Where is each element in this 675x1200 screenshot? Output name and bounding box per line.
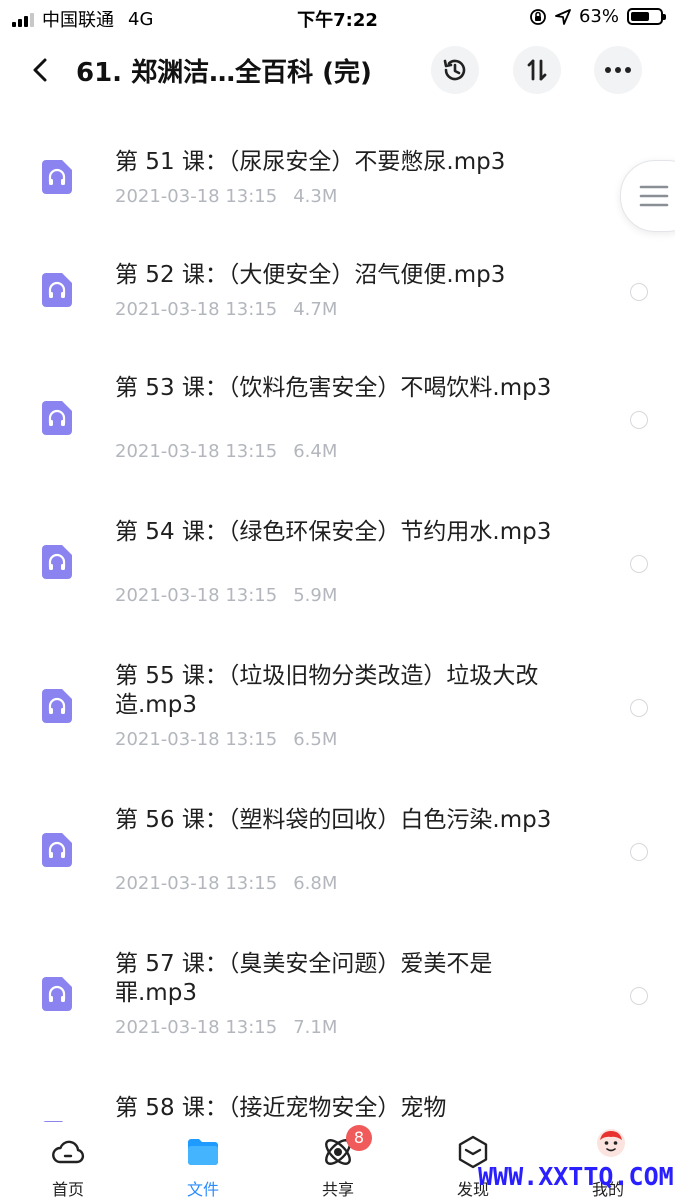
file-date: 2021-03-18 13:15: [115, 585, 278, 606]
file-date: 2021-03-18 13:15: [115, 873, 278, 894]
file-size: 4.7M: [293, 299, 338, 320]
file-row[interactable]: 第 58 课：（接近宠物安全）宠物: [0, 1046, 675, 1122]
audio-file-icon: [42, 273, 72, 307]
sort-icon: [527, 59, 547, 81]
more-icon: [605, 67, 631, 73]
folder-icon: [188, 1139, 218, 1165]
file-name: 第 54 课：（绿色环保安全）节约用水.mp3: [115, 519, 552, 545]
tab-label: 首页: [51, 1180, 84, 1199]
file-row[interactable]: 第 56 课：（塑料袋的回收）白色污染.mp3 2021-03-18 13:15 6…: [0, 758, 675, 902]
sort-button[interactable]: [513, 46, 561, 94]
history-icon: [443, 59, 466, 81]
select-radio[interactable]: [630, 699, 648, 717]
file-date: 2021-03-18 13:15: [115, 441, 278, 462]
file-name: 第 58 课：（接近宠物安全）宠物: [115, 1095, 447, 1121]
tab-label: 文件: [186, 1180, 219, 1199]
file-meta: 2021-03-18 13:15 6.4M: [115, 441, 337, 462]
select-radio[interactable]: [630, 555, 648, 573]
tab-share[interactable]: 8 共享: [273, 1125, 403, 1200]
battery-icon: [627, 8, 666, 25]
file-name: 第 53 课：（饮料危害安全）不喝饮料.mp3: [115, 375, 552, 401]
watermark: WWW.XXTTQ.COM: [478, 1162, 674, 1191]
file-meta: 2021-03-18 13:15 4.3M: [115, 186, 337, 207]
file-name: 第 55 课：（垃圾旧物分类改造）垃圾大改造.mp3: [115, 663, 539, 718]
select-radio[interactable]: [630, 843, 648, 861]
menu-lines-icon: [639, 185, 669, 207]
tab-files[interactable]: 文件: [138, 1130, 268, 1200]
profile-avatar-icon: [597, 1129, 625, 1157]
file-size: 6.8M: [293, 873, 338, 894]
file-date: 2021-03-18 13:15: [115, 299, 278, 320]
audio-file-icon: [42, 833, 72, 867]
file-list: 第 51 课：（尿尿安全）不要憋尿.mp3 2021-03-18 13:15 4.3…: [0, 100, 675, 1122]
file-row[interactable]: 第 55 课：（垃圾旧物分类改造）垃圾大改造.mp3 2021-03-18 13:…: [0, 614, 675, 758]
nav-header: 61. 郑渊洁…全百科 (完): [0, 40, 675, 100]
status-bar: 中国联通 4G 下午7:22 63%: [0, 0, 675, 36]
file-meta: 2021-03-18 13:15 6.8M: [115, 873, 337, 894]
location-arrow-icon: [555, 8, 571, 25]
file-name: 第 56 课：（塑料袋的回收）白色污染.mp3: [115, 807, 552, 833]
file-name: 第 51 课：（尿尿安全）不要憋尿.mp3: [115, 149, 506, 175]
history-button[interactable]: [431, 46, 479, 94]
file-size: 6.5M: [293, 729, 338, 750]
back-icon: [33, 58, 47, 82]
file-meta: 2021-03-18 13:15 6.5M: [115, 729, 337, 750]
audio-file-icon: [42, 401, 72, 435]
cloud-icon: [52, 1140, 85, 1164]
back-button[interactable]: [20, 50, 60, 90]
tab-label: 共享: [321, 1180, 354, 1199]
file-meta: 2021-03-18 13:15 5.9M: [115, 585, 337, 606]
audio-file-icon: [42, 977, 72, 1011]
audio-file-icon: [42, 545, 72, 579]
file-date: 2021-03-18 13:15: [115, 186, 278, 207]
file-name: 第 57 课：（臭美安全问题）爱美不是罪.mp3: [115, 951, 493, 1006]
tab-home[interactable]: 首页: [3, 1130, 133, 1200]
file-size: 7.1M: [293, 1017, 338, 1038]
file-row[interactable]: 第 54 课：（绿色环保安全）节约用水.mp3 2021-03-18 13:15 5…: [0, 470, 675, 614]
file-size: 4.3M: [293, 186, 338, 207]
share-badge: 8: [346, 1125, 372, 1151]
file-size: 6.4M: [293, 441, 338, 462]
page-title: 61. 郑渊洁…全百科 (完): [76, 58, 372, 88]
file-date: 2021-03-18 13:15: [115, 729, 278, 750]
audio-file-icon: [42, 689, 72, 723]
select-radio[interactable]: [630, 411, 648, 429]
select-radio[interactable]: [630, 987, 648, 1005]
more-button[interactable]: [594, 46, 642, 94]
file-row[interactable]: 第 57 课：（臭美安全问题）爱美不是罪.mp3 2021-03-18 13:15…: [0, 902, 675, 1046]
file-meta: 2021-03-18 13:15 7.1M: [115, 1017, 337, 1038]
file-date: 2021-03-18 13:15: [115, 1017, 278, 1038]
file-size: 5.9M: [293, 585, 338, 606]
battery-percent: 63%: [578, 6, 619, 27]
audio-file-icon: [42, 160, 72, 194]
orientation-lock-icon: [530, 8, 546, 25]
file-meta: 2021-03-18 13:15 4.7M: [115, 299, 337, 320]
select-radio[interactable]: [630, 283, 648, 301]
file-name: 第 52 课：（大便安全）沼气便便.mp3: [115, 262, 506, 288]
file-row[interactable]: 第 53 课：（饮料危害安全）不喝饮料.mp3 2021-03-18 13:15 6…: [0, 326, 675, 470]
